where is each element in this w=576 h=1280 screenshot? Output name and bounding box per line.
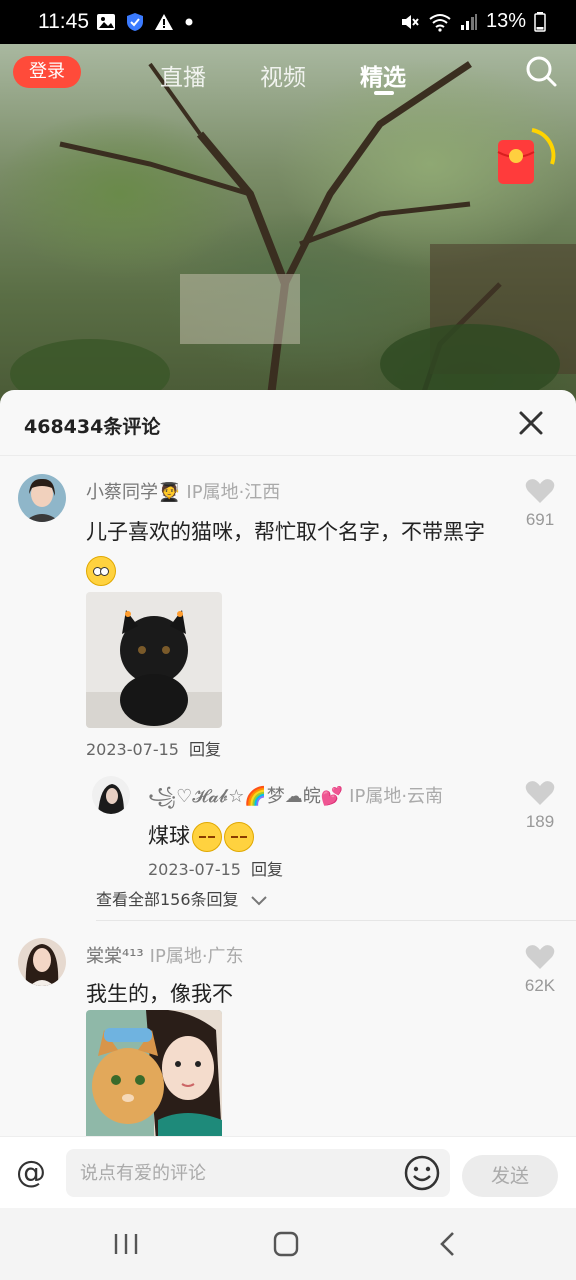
smile-emoji-icon [86,556,116,586]
reply-ip-location: IP属地·云南 [349,786,444,807]
gallery-icon [97,14,115,30]
reply-like-button[interactable]: 189 [522,780,558,832]
battery-icon [534,11,546,32]
mute-icon [401,14,419,29]
status-time: 11:45 [38,10,89,33]
comment-input-bar: @ 发送 [0,1136,576,1208]
search-icon[interactable] [524,54,558,88]
comment-username[interactable]: 小蔡同学🧑‍🎓 [86,482,180,503]
heart-icon[interactable] [525,780,555,806]
reply-username[interactable]: ꧁♡𝓗𝓪𝓫☆🌈梦☁皖💕 [148,786,343,807]
comment-image-black-cat[interactable] [86,592,222,728]
active-tab-indicator [374,91,394,95]
shield-icon [127,13,143,31]
top-tabs: 直播 视频 精选 [0,58,576,98]
comment-username[interactable]: 棠棠⁴¹³ [86,946,144,967]
comments-count-title: 468434条评论 [24,416,161,438]
dot-icon [185,18,193,26]
comment-text: 我生的，像我不 [86,982,233,1006]
like-button[interactable]: 62K [522,944,558,996]
avatar[interactable] [18,474,66,522]
send-button[interactable]: 发送 [462,1155,558,1197]
tab-live[interactable]: 直播 [160,58,206,92]
status-bar: 11:45 13% [0,0,576,44]
view-replies-label[interactable]: 查看全部156条回复 [96,890,239,909]
video-player[interactable]: 登录 直播 视频 精选 [0,44,576,404]
reply-text: 煤球 [148,824,190,848]
video-frame-tree [10,61,576,404]
mention-at-icon[interactable]: @ [16,1155,46,1190]
close-icon[interactable] [516,408,546,438]
wifi-icon [429,13,451,32]
reply-button[interactable]: 回复 [189,740,221,759]
chevron-down-icon[interactable] [250,895,268,907]
comments-header: 468434条评论 [0,390,576,456]
reply-avatar[interactable] [92,776,130,814]
sleepy-emoji-icon [192,822,222,852]
avatar[interactable] [18,938,66,986]
recent-apps-icon[interactable] [112,1230,140,1258]
warning-icon [155,14,173,30]
reply-date: 2023-07-15 [148,860,241,879]
heart-icon[interactable] [525,478,555,504]
comments-panel: 468434条评论 小蔡同学🧑‍🎓 IP属地·江西 儿子喜欢的猫咪，帮忙取个名字，… [0,390,576,1208]
comment-date: 2023-07-15 [86,740,179,759]
reply-reply-button[interactable]: 回复 [251,860,283,879]
like-count: 691 [525,510,555,529]
battery-percent: 13% [485,10,526,32]
comment-input[interactable] [66,1149,450,1197]
emoji-picker-icon[interactable] [404,1155,440,1191]
like-count: 62K [524,976,556,995]
comment-ip-location: IP属地·江西 [186,482,281,503]
reply-like-count: 189 [525,812,555,831]
red-envelope-icon[interactable] [496,126,556,188]
comment-text: 儿子喜欢的猫咪，帮忙取个名字，不带黑字 [86,520,485,544]
signal-icon [460,13,477,30]
comment-image-cat-selfie[interactable] [86,1010,222,1140]
like-button[interactable]: 691 [522,478,558,530]
view-all-replies-button[interactable]: 查看全部156条回复 [96,886,268,910]
back-icon[interactable] [434,1230,462,1258]
tab-featured[interactable]: 精选 [360,58,406,92]
comment-divider [96,920,576,921]
comment-ip-location: IP属地·广东 [149,946,244,967]
sleepy-emoji-icon [224,822,254,852]
system-nav-bar [0,1208,576,1280]
heart-icon[interactable] [525,944,555,970]
tab-video[interactable]: 视频 [260,58,306,92]
home-icon[interactable] [272,1230,300,1258]
